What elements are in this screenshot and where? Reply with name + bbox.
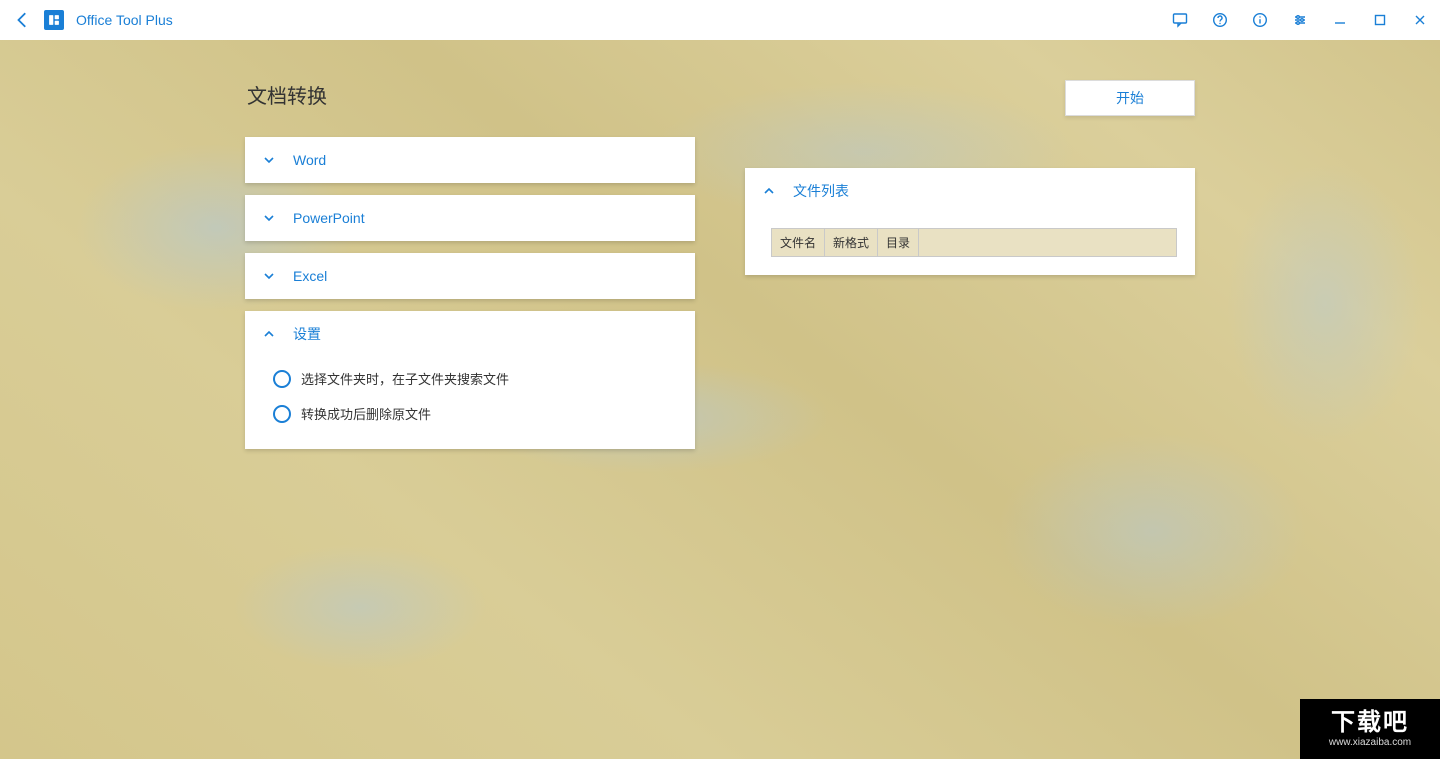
- left-column: 文档转换 Word PowerPoint: [245, 80, 695, 461]
- panel-filelist-label: 文件列表: [793, 181, 849, 201]
- col-spacer: [919, 229, 1176, 256]
- radio-icon: [273, 405, 291, 423]
- content-area: 文档转换 Word PowerPoint: [0, 40, 1440, 759]
- panel-word-label: Word: [293, 152, 326, 168]
- filelist-table-header: 文件名 新格式 目录: [771, 228, 1177, 257]
- chevron-down-icon: [263, 154, 275, 166]
- panel-settings-label: 设置: [293, 324, 321, 344]
- settings-icon[interactable]: [1280, 0, 1320, 40]
- chevron-up-icon: [763, 185, 775, 197]
- panel-word: Word: [245, 137, 695, 183]
- panel-powerpoint-header[interactable]: PowerPoint: [245, 195, 695, 241]
- titlebar: Office Tool Plus: [0, 0, 1440, 40]
- right-header: 开始: [745, 80, 1195, 134]
- info-icon[interactable]: [1240, 0, 1280, 40]
- minimize-button[interactable]: [1320, 0, 1360, 40]
- comment-icon[interactable]: [1160, 0, 1200, 40]
- col-filename[interactable]: 文件名: [772, 229, 825, 256]
- watermark-main: 下载吧: [1331, 711, 1409, 735]
- app-logo-icon: [44, 10, 64, 30]
- titlebar-right: [1160, 0, 1440, 40]
- panel-filelist: 文件列表 文件名 新格式 目录: [745, 168, 1195, 275]
- panel-settings: 设置 选择文件夹时，在子文件夹搜索文件 转换成功后删除原文件: [245, 311, 695, 449]
- app-title: Office Tool Plus: [76, 12, 173, 28]
- filelist-table-wrap: 文件名 新格式 目录: [745, 214, 1195, 275]
- panel-settings-body: 选择文件夹时，在子文件夹搜索文件 转换成功后删除原文件: [245, 357, 695, 449]
- titlebar-left: Office Tool Plus: [14, 10, 173, 30]
- option-search-subfolders[interactable]: 选择文件夹时，在子文件夹搜索文件: [263, 361, 677, 396]
- panel-excel-header[interactable]: Excel: [245, 253, 695, 299]
- panel-filelist-header[interactable]: 文件列表: [745, 168, 1195, 214]
- option-label: 转换成功后删除原文件: [301, 404, 431, 423]
- close-button[interactable]: [1400, 0, 1440, 40]
- chevron-down-icon: [263, 270, 275, 282]
- panel-powerpoint-label: PowerPoint: [293, 210, 365, 226]
- start-button[interactable]: 开始: [1065, 80, 1195, 116]
- panel-excel-label: Excel: [293, 268, 327, 284]
- chevron-up-icon: [263, 328, 275, 340]
- back-icon[interactable]: [14, 11, 32, 29]
- watermark-badge: 下载吧 www.xiazaiba.com: [1300, 699, 1440, 759]
- option-delete-original[interactable]: 转换成功后删除原文件: [263, 396, 677, 431]
- panel-powerpoint: PowerPoint: [245, 195, 695, 241]
- right-column: 开始 文件列表 文件名 新格式 目录: [745, 80, 1195, 287]
- panel-word-header[interactable]: Word: [245, 137, 695, 183]
- col-directory[interactable]: 目录: [878, 229, 919, 256]
- radio-icon: [273, 370, 291, 388]
- maximize-button[interactable]: [1360, 0, 1400, 40]
- page-title: 文档转换: [245, 80, 695, 109]
- panel-settings-header[interactable]: 设置: [245, 311, 695, 357]
- help-icon[interactable]: [1200, 0, 1240, 40]
- chevron-down-icon: [263, 212, 275, 224]
- panel-excel: Excel: [245, 253, 695, 299]
- option-label: 选择文件夹时，在子文件夹搜索文件: [301, 369, 509, 388]
- watermark-sub: www.xiazaiba.com: [1329, 737, 1411, 748]
- col-newformat[interactable]: 新格式: [825, 229, 878, 256]
